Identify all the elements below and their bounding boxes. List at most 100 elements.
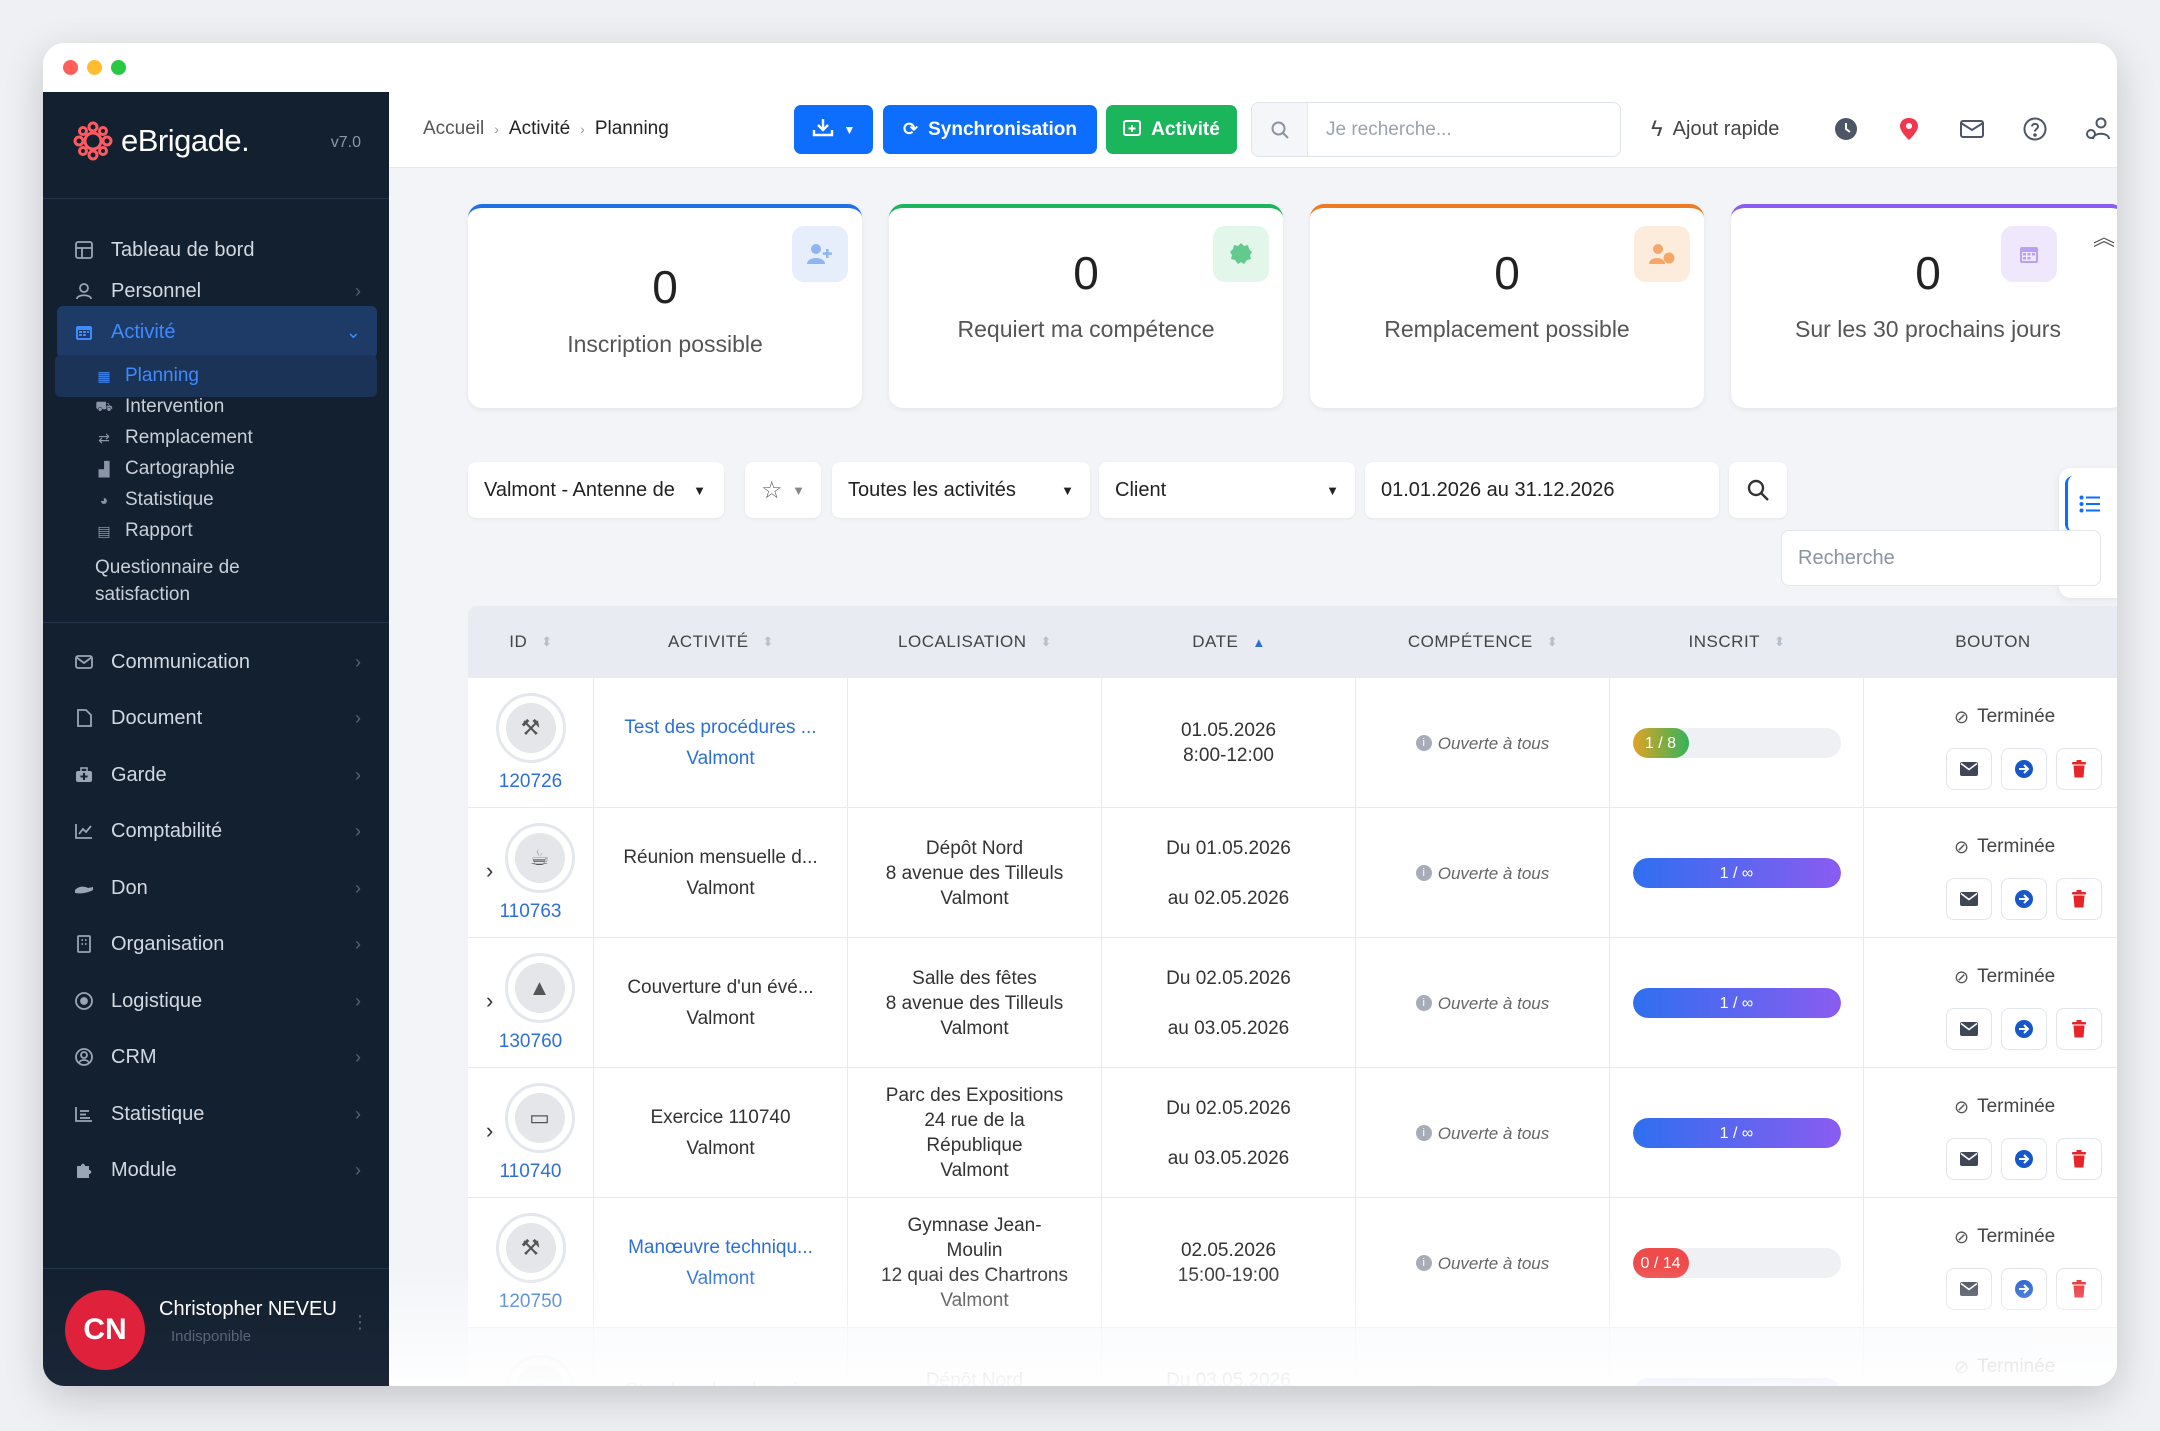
sidebar-item-logistique[interactable]: Logistique ›	[57, 975, 377, 1027]
stat-card-competence[interactable]: 0 Requiert ma compétence	[889, 204, 1283, 408]
activity-type-avatar[interactable]: ◉	[504, 1355, 575, 1386]
sidebar-item-garde[interactable]: Garde ›	[57, 749, 377, 801]
email-button[interactable]	[1946, 1008, 1992, 1050]
delete-button[interactable]	[2056, 878, 2102, 920]
search-button[interactable]	[1729, 462, 1787, 518]
activity-id-link[interactable]: 110740	[500, 1159, 562, 1184]
activity-title[interactable]: Couverture d'un évé...	[627, 975, 813, 1000]
sidebar-item-document[interactable]: Document ›	[57, 692, 377, 744]
expand-row-icon[interactable]: ›	[486, 858, 493, 883]
add-activity-button[interactable]: Activité	[1106, 105, 1237, 154]
inscription-progress-bar[interactable]: 1 / 8	[1632, 728, 1841, 758]
activity-type-avatar[interactable]: ▭	[504, 1082, 575, 1153]
user-profile[interactable]: CN Christopher NEVEU Indisponible ⋮	[43, 1268, 389, 1386]
activity-id-link[interactable]: 120750	[499, 1289, 562, 1314]
inscription-progress-bar[interactable]: 1 / ∞	[1632, 988, 1841, 1018]
sidebar-item-activite[interactable]: Activité ⌄	[57, 306, 377, 358]
sidebar-subitem-questionnaire[interactable]: Questionnaire de satisfaction	[95, 554, 295, 608]
expand-row-icon[interactable]: ›	[486, 1378, 493, 1386]
email-button[interactable]	[1946, 1138, 1992, 1180]
email-button[interactable]	[1946, 878, 1992, 920]
activity-title[interactable]: Réunion mensuelle d...	[623, 845, 817, 870]
close-window-button[interactable]	[63, 60, 78, 75]
expand-row-icon[interactable]: ›	[486, 988, 493, 1013]
column-header-id[interactable]: ID ⬍	[468, 606, 594, 678]
activity-type-avatar[interactable]: ⚒	[495, 1212, 566, 1283]
maximize-window-button[interactable]	[111, 60, 126, 75]
mail-icon[interactable]	[1957, 114, 1987, 144]
expand-row-icon[interactable]: ›	[486, 1118, 493, 1143]
open-button[interactable]	[2001, 878, 2047, 920]
location-pin-icon[interactable]	[1894, 114, 1924, 144]
delete-button[interactable]	[2056, 1008, 2102, 1050]
column-header-date[interactable]: DATE ▲	[1102, 606, 1356, 678]
user-settings-icon[interactable]	[2083, 114, 2113, 144]
favorite-select[interactable]: ☆ ▼	[745, 462, 821, 518]
activity-type-avatar[interactable]: ⚒	[495, 692, 566, 763]
column-header-competence[interactable]: COMPÉTENCE ⬍	[1356, 606, 1610, 678]
breadcrumb-activite[interactable]: Activité	[509, 118, 570, 140]
table-row[interactable]: › ▭ 110740 Exercice 110740 Valmont Parc des E…	[468, 1068, 2117, 1198]
list-view-icon[interactable]	[2065, 476, 2111, 532]
sync-button[interactable]: ⟳ Synchronisation	[883, 105, 1097, 154]
activity-title[interactable]: Test des procédures ...	[624, 715, 816, 740]
column-header-inscrit[interactable]: INSCRIT ⬍	[1610, 606, 1864, 678]
sidebar-item-comptabilite[interactable]: Comptabilité ›	[57, 805, 377, 857]
table-row[interactable]: › ☕ 110763 Réunion mensuelle d... Valmont Dép…	[468, 808, 2117, 938]
table-row[interactable]: ⚒ 120726 Test des procédures ... Valmont 01.…	[468, 678, 2117, 808]
kebab-menu-icon[interactable]: ⋮	[351, 1312, 369, 1333]
activity-title[interactable]: Exercice 110740	[650, 1105, 790, 1130]
inscription-progress-bar[interactable]	[1632, 1378, 1841, 1386]
activity-id-link[interactable]: 120726	[499, 769, 562, 794]
delete-button[interactable]	[2056, 1268, 2102, 1310]
activity-title[interactable]: Manœuvre techniqu...	[628, 1235, 813, 1260]
sidebar-item-communication[interactable]: Communication ›	[57, 636, 377, 688]
open-button[interactable]	[2001, 1138, 2047, 1180]
activity-section[interactable]: Valmont	[686, 746, 754, 771]
help-icon[interactable]	[2020, 114, 2050, 144]
quick-add-button[interactable]: ϟ Ajout rapide	[1651, 116, 1779, 142]
email-button[interactable]	[1946, 748, 1992, 790]
client-select[interactable]: Client ▼	[1099, 462, 1355, 518]
global-search-input[interactable]: Je recherche...	[1251, 102, 1621, 157]
table-row[interactable]: ⚒ 120750 Manœuvre techniqu... Valmont Gymnas…	[468, 1198, 2117, 1328]
avatar[interactable]: CN	[65, 1290, 145, 1370]
stat-card-30-jours[interactable]: ︽ 0 Sur les 30 prochains jours	[1731, 204, 2117, 408]
sidebar-item-crm[interactable]: CRM ›	[57, 1031, 377, 1083]
sidebar-item-statistique[interactable]: Statistique ›	[57, 1088, 377, 1140]
activity-id-link[interactable]: 110763	[500, 899, 562, 924]
minimize-window-button[interactable]	[87, 60, 102, 75]
sidebar-item-organisation[interactable]: Organisation ›	[57, 918, 377, 970]
open-button[interactable]	[2001, 1268, 2047, 1310]
clock-icon[interactable]	[1831, 114, 1861, 144]
column-header-activite[interactable]: ACTIVITÉ ⬍	[594, 606, 848, 678]
activity-type-select[interactable]: Toutes les activités ▼	[832, 462, 1090, 518]
delete-button[interactable]	[2056, 748, 2102, 790]
inscription-progress-bar[interactable]: 1 / ∞	[1632, 1118, 1841, 1148]
activity-id-link[interactable]: 130760	[499, 1029, 562, 1054]
activity-type-avatar[interactable]: ▲	[504, 952, 575, 1023]
sidebar-item-don[interactable]: Don ›	[57, 862, 377, 914]
open-button[interactable]	[2001, 1008, 2047, 1050]
inscription-progress-bar[interactable]: 0 / 14	[1632, 1248, 1841, 1278]
download-dropdown-button[interactable]: ▼	[794, 105, 873, 154]
activity-title[interactable]: Stand sur le salon ré...	[625, 1378, 815, 1387]
activity-section[interactable]: Valmont	[686, 1266, 754, 1291]
stat-card-remplacement[interactable]: 0 Remplacement possible	[1310, 204, 1704, 408]
table-row[interactable]: › ▲ 130760 Couverture d'un évé... Valmont Sal…	[468, 938, 2117, 1068]
delete-button[interactable]	[2056, 1138, 2102, 1180]
sidebar-item-module[interactable]: Module ›	[57, 1144, 377, 1196]
table-search-input[interactable]: Recherche	[1781, 530, 2101, 586]
section-select[interactable]: Valmont - Antenne de ▼	[468, 462, 724, 518]
sidebar-subitem-rapport[interactable]: ▤ Rapport	[55, 510, 377, 552]
stat-card-inscription[interactable]: 0 Inscription possible	[468, 204, 862, 408]
date-range-input[interactable]: 01.01.2026 au 31.12.2026	[1365, 462, 1719, 518]
brand[interactable]: eBrigade.	[71, 116, 250, 166]
breadcrumb-accueil[interactable]: Accueil	[423, 118, 484, 140]
open-button[interactable]	[2001, 748, 2047, 790]
table-row[interactable]: ›◉Stand sur le salon ré...Dépôt Nord24 r…	[468, 1328, 2117, 1386]
email-button[interactable]	[1946, 1268, 1992, 1310]
inscription-progress-bar[interactable]: 1 / ∞	[1632, 858, 1841, 888]
column-header-localisation[interactable]: LOCALISATION ⬍	[848, 606, 1102, 678]
activity-type-avatar[interactable]: ☕	[504, 822, 575, 893]
